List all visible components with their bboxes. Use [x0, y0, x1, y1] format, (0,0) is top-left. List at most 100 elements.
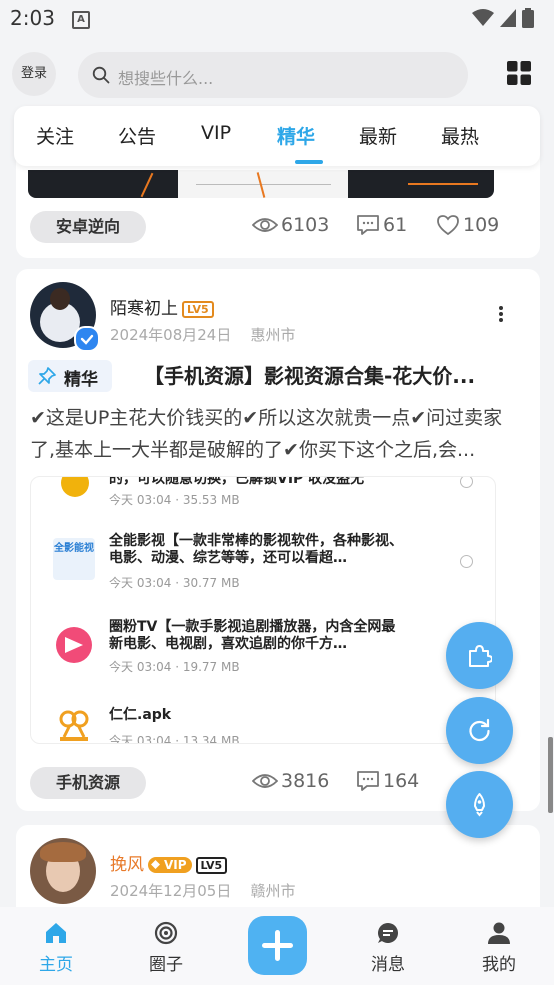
refresh-fab[interactable]	[446, 697, 513, 764]
username[interactable]: 陌寒初上 LV5	[110, 294, 214, 319]
battery-icon	[522, 8, 534, 28]
rocket-fab[interactable]	[446, 771, 513, 838]
post-location: 赣州市	[250, 882, 296, 900]
file-title: 全能影视【一款非常棒的影视软件，各种影视、电影、动漫、综艺等等，还可以看超…	[109, 533, 403, 566]
app-icon: 全影能视	[53, 538, 95, 580]
search-placeholder: 想搜些什么...	[118, 69, 214, 88]
post-title[interactable]: 【手机资源】影视资源合集-花大价...	[144, 360, 514, 389]
view-count: 3816	[252, 770, 329, 792]
search-icon	[92, 66, 110, 84]
scrollbar[interactable]	[548, 737, 553, 813]
nav-profile[interactable]: 我的	[459, 907, 539, 977]
verified-icon	[74, 326, 100, 352]
category-tabs: 关注 公告 VIP 精华 最新 最热	[14, 106, 540, 166]
diamond-icon	[151, 860, 160, 869]
tab-hottest[interactable]: 最热	[441, 122, 479, 149]
more-options-icon[interactable]	[498, 305, 504, 323]
comment-count[interactable]: 164	[356, 770, 419, 792]
file-item[interactable]: 的，可以随意切换，已解锁VIP 收没盗无 今天 03:04 · 35.53 MB	[31, 476, 495, 509]
search-input[interactable]: 想搜些什么...	[78, 52, 468, 98]
user-icon	[488, 922, 510, 944]
username[interactable]: 挽风 VIP LV5	[110, 850, 228, 875]
view-count: 6103	[252, 214, 329, 236]
puzzle-icon	[469, 645, 492, 667]
status-time: 2:03	[10, 6, 55, 30]
vip-label: VIP	[164, 858, 187, 872]
eye-icon	[252, 774, 278, 788]
level-badge: LV5	[182, 300, 214, 318]
rocket-icon	[474, 793, 485, 817]
post-tag[interactable]: 安卓逆向	[30, 211, 147, 243]
signal-icon	[500, 9, 516, 27]
post-meta: 2024年12月05日 赣州市	[110, 880, 295, 901]
top-bar: 登录 想搜些什么...	[0, 50, 554, 102]
app-icon	[56, 707, 92, 743]
avatar[interactable]	[30, 838, 96, 904]
file-item[interactable]: 全影能视 全能影视【一款非常棒的影视软件，各种影视、电影、动漫、综艺等等，还可以…	[31, 533, 495, 593]
post-date: 2024年08月24日	[110, 326, 232, 344]
post-tag[interactable]: 手机资源	[30, 767, 147, 799]
like-count[interactable]: 109	[436, 214, 499, 236]
post-location: 惠州市	[250, 326, 296, 344]
app-icon-text: 全影能视	[54, 543, 94, 554]
nav-messages-label: 消息	[371, 955, 405, 975]
level-badge: LV5	[195, 856, 228, 874]
username-text: 挽风	[110, 855, 144, 875]
login-button[interactable]: 登录	[12, 52, 56, 96]
plus-icon	[262, 930, 293, 961]
comment-count-value: 61	[383, 214, 408, 236]
post-date: 2024年12月05日	[110, 882, 232, 900]
file-list: 的，可以随意切换，已解锁VIP 收没盗无 今天 03:04 · 35.53 MB…	[30, 476, 496, 744]
like-count-value: 109	[463, 214, 500, 236]
nav-home[interactable]: 主页	[16, 907, 96, 977]
nav-circle[interactable]: 圈子	[126, 907, 206, 977]
tab-featured[interactable]: 精华	[277, 122, 315, 149]
file-meta: 今天 03:04 · 13.34 MB	[109, 734, 240, 744]
file-icon	[61, 477, 89, 497]
home-icon	[46, 923, 66, 943]
wifi-icon	[472, 9, 494, 26]
file-item[interactable]: 圈粉TV【一款手影视追剧播放器，内含全网最新电影、电视剧，喜欢追剧的你千方… 今…	[31, 619, 495, 679]
circle-icon	[154, 921, 178, 945]
app-icon	[56, 627, 92, 663]
file-title: 圈粉TV【一款手影视追剧播放器，内含全网最新电影、电视剧，喜欢追剧的你千方…	[109, 619, 396, 652]
tab-follow[interactable]: 关注	[36, 122, 74, 149]
active-tab-indicator	[295, 160, 323, 164]
tab-latest[interactable]: 最新	[359, 122, 397, 149]
bottom-navigation: 主页 圈子 消息 我的	[0, 907, 554, 985]
featured-badge: 精华	[28, 360, 112, 392]
post-body[interactable]: ✔这是UP主花大价钱买的✔所以这次就贵一点✔问过卖家了,基本上一大半都是破解的了…	[30, 402, 526, 466]
grid-menu-icon[interactable]	[507, 61, 531, 85]
post-meta: 2024年08月24日 惠州市	[110, 324, 295, 345]
file-title: 仁仁.apk	[109, 707, 172, 723]
file-item[interactable]: 仁仁.apk 今天 03:04 · 13.34 MB	[31, 705, 495, 744]
message-icon	[378, 923, 398, 943]
file-select-radio[interactable]	[460, 477, 473, 488]
notification-icon: A	[72, 11, 90, 29]
vip-badge: VIP	[148, 857, 192, 873]
eye-icon	[252, 218, 278, 232]
file-title: 的，可以随意切换，已解锁VIP 收没盗无	[109, 476, 365, 487]
heart-icon	[437, 215, 459, 236]
featured-label: 精华	[64, 370, 98, 390]
status-bar: 2:03 A	[0, 0, 554, 38]
comment-icon	[357, 771, 379, 791]
comment-icon	[357, 215, 379, 235]
file-meta: 今天 03:04 · 30.77 MB	[109, 576, 240, 590]
refresh-icon	[469, 718, 490, 742]
view-count-value: 6103	[281, 214, 330, 236]
plugin-fab[interactable]	[446, 622, 513, 689]
file-select-radio[interactable]	[460, 555, 473, 568]
tab-announcement[interactable]: 公告	[118, 122, 156, 149]
username-text: 陌寒初上	[110, 299, 178, 319]
nav-messages[interactable]: 消息	[348, 907, 428, 977]
file-meta: 今天 03:04 · 19.77 MB	[109, 660, 240, 674]
tab-vip[interactable]: VIP	[201, 122, 231, 144]
comment-count-value: 164	[383, 770, 420, 792]
view-count-value: 3816	[281, 770, 330, 792]
nav-profile-label: 我的	[482, 955, 516, 975]
comment-count[interactable]: 61	[356, 214, 407, 236]
post-image-strip	[28, 170, 494, 198]
nav-home-label: 主页	[39, 955, 73, 975]
create-post-button[interactable]	[248, 916, 307, 975]
